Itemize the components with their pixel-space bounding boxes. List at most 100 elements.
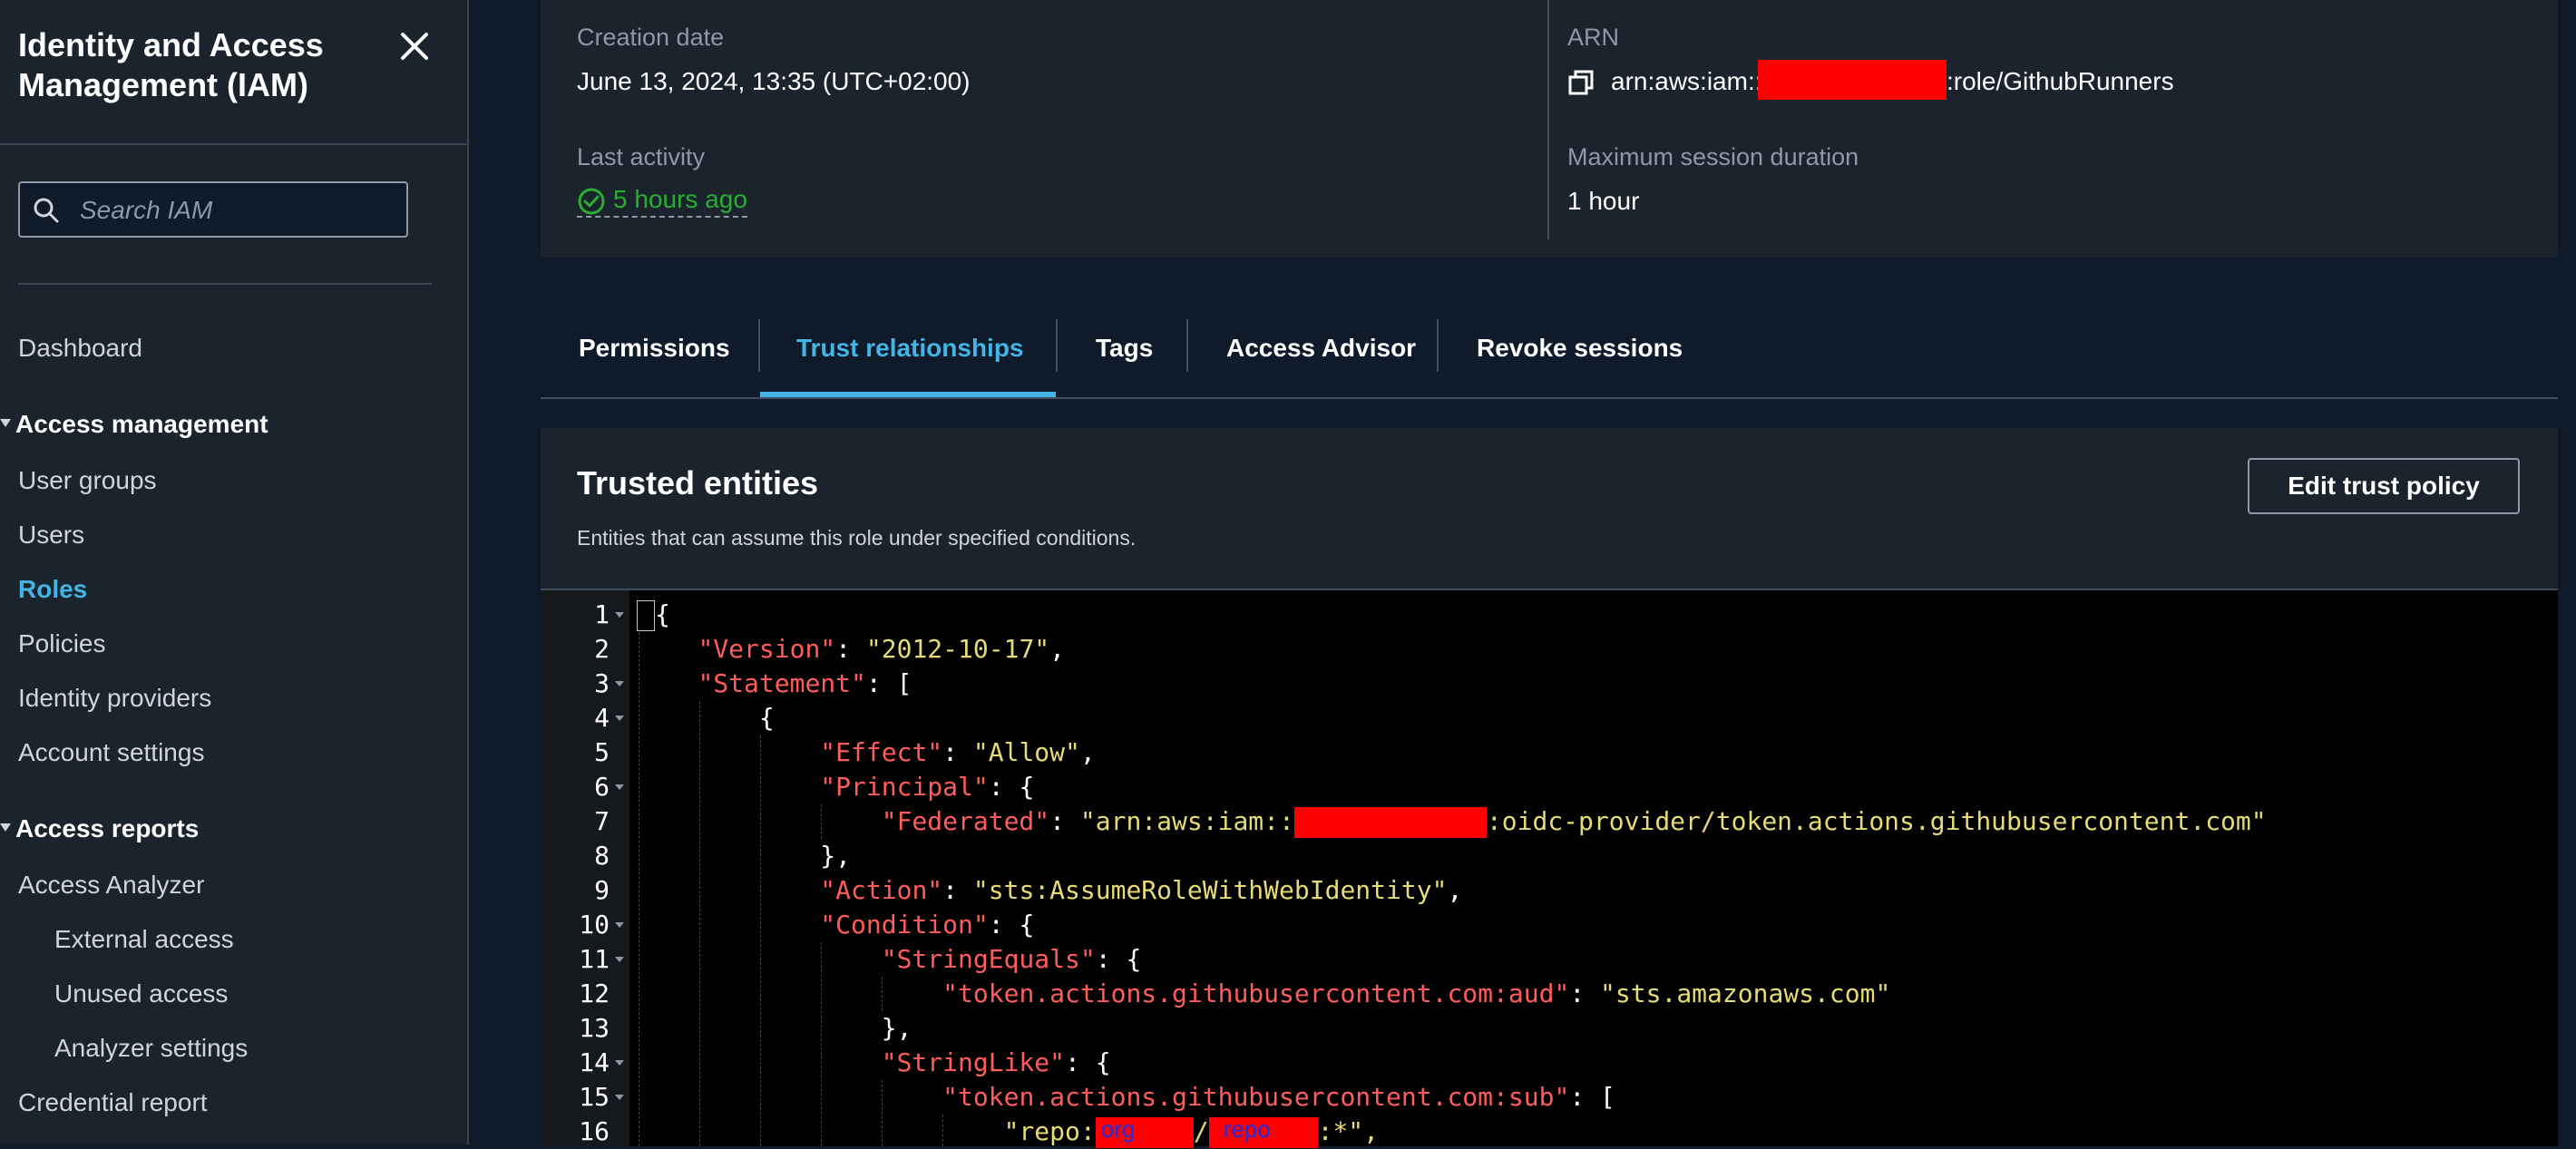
json-string: :oidc-provider/token.actions.githubuserc… xyxy=(1486,806,2267,836)
tab-divider xyxy=(1186,319,1188,372)
sidebar: Identity and Access Management (IAM) Das… xyxy=(0,0,469,1144)
tab-bar: Permissions Trust relationships Tags Acc… xyxy=(541,307,2558,399)
line-number: 11 xyxy=(579,944,610,974)
trust-policy-editor[interactable]: 1 2 3 4 5 6 7 8 9 10 11 12 13 14 15 16 {… xyxy=(541,589,2558,1149)
sidebar-item-dashboard[interactable]: Dashboard xyxy=(18,334,142,363)
fold-caret-icon[interactable] xyxy=(615,922,624,928)
fold-caret-icon[interactable] xyxy=(615,784,624,790)
main-content: Creation date June 13, 2024, 13:35 (UTC+… xyxy=(541,0,2558,1149)
max-session-value: 1 hour xyxy=(1567,187,1640,215)
code-line: "StringEquals": { xyxy=(881,944,1142,974)
fold-caret-icon[interactable] xyxy=(615,716,624,721)
code-line: "Statement": [ xyxy=(698,668,912,698)
redaction-mark: repo xyxy=(1208,1115,1318,1148)
line-number: 2 xyxy=(594,634,610,664)
sidebar-item-analyzer-settings[interactable]: Analyzer settings xyxy=(54,1034,248,1063)
last-activity-value[interactable]: 5 hours ago xyxy=(577,185,747,218)
section-label: Access reports xyxy=(15,814,200,842)
fold-caret-icon[interactable] xyxy=(615,957,624,962)
json-key: "StringEquals" xyxy=(881,944,1096,974)
json-key: "token.actions.githubusercontent.com:sub… xyxy=(942,1082,1570,1112)
json-string: "Allow" xyxy=(972,737,1080,767)
fold-caret-icon[interactable] xyxy=(615,1060,624,1066)
code-line: "Version": "2012-10-17", xyxy=(698,634,1066,664)
search-box[interactable] xyxy=(18,181,408,238)
column-divider xyxy=(1547,0,1549,239)
redaction-label: org xyxy=(1100,1115,1136,1143)
sidebar-item-access-analyzer[interactable]: Access Analyzer xyxy=(18,871,204,900)
json-string: "arn:aws:iam:: xyxy=(1079,806,1294,836)
last-activity-text: 5 hours ago xyxy=(613,185,747,213)
json-key: "Principal" xyxy=(820,772,989,802)
close-icon[interactable] xyxy=(395,27,434,65)
json-key: "Action" xyxy=(820,875,943,905)
json-key: "Statement" xyxy=(698,668,866,698)
check-circle-icon xyxy=(578,188,605,215)
redaction-mark: org xyxy=(1095,1115,1194,1148)
edit-trust-policy-button[interactable]: Edit trust policy xyxy=(2248,458,2520,514)
line-number: 6 xyxy=(594,772,610,802)
sidebar-section-access-reports[interactable]: Access reports xyxy=(0,814,200,843)
sidebar-item-unused-access[interactable]: Unused access xyxy=(54,979,228,1008)
code-line: }, xyxy=(881,1013,912,1043)
caret-down-icon xyxy=(0,823,11,832)
code-line: "Principal": { xyxy=(820,772,1035,802)
line-number: 10 xyxy=(579,910,610,940)
search-input[interactable] xyxy=(78,190,399,230)
json-string: "sts:AssumeRoleWithWebIdentity" xyxy=(972,875,1448,905)
copy-icon[interactable] xyxy=(1567,69,1595,96)
line-number: 9 xyxy=(594,875,610,905)
line-number-gutter: 1 2 3 4 5 6 7 8 9 10 11 12 13 14 15 16 xyxy=(541,590,629,1146)
json-string: "2012-10-17" xyxy=(865,634,1050,664)
code-line: "Federated": "arn:aws:iam:::oidc-provide… xyxy=(881,806,2267,838)
redaction-mark xyxy=(1293,807,1487,838)
caret-down-icon xyxy=(0,419,11,427)
tab-revoke-sessions[interactable]: Revoke sessions xyxy=(1477,334,1683,363)
tab-divider xyxy=(758,319,760,372)
arn-prefix: arn:aws:iam:: xyxy=(1611,67,1762,95)
code-line: "Condition": { xyxy=(820,910,1035,940)
max-session-label: Maximum session duration xyxy=(1567,143,1859,170)
sidebar-item-identity-providers[interactable]: Identity providers xyxy=(18,684,211,713)
tab-divider xyxy=(1056,319,1058,372)
json-string: "sts.amazonaws.com" xyxy=(1600,979,1891,1008)
sidebar-item-users[interactable]: Users xyxy=(18,521,84,550)
tab-permissions[interactable]: Permissions xyxy=(579,334,730,363)
sidebar-item-policies[interactable]: Policies xyxy=(18,629,105,658)
fold-caret-icon[interactable] xyxy=(615,681,624,686)
tab-tags[interactable]: Tags xyxy=(1096,334,1153,363)
code-line: { xyxy=(758,703,775,733)
line-number: 12 xyxy=(579,979,610,1008)
tab-trust-relationships[interactable]: Trust relationships xyxy=(796,334,1024,363)
line-number: 7 xyxy=(594,806,610,836)
fold-caret-icon[interactable] xyxy=(615,612,624,618)
fold-caret-icon[interactable] xyxy=(615,1095,624,1100)
sidebar-item-user-groups[interactable]: User groups xyxy=(18,466,157,495)
json-string: / xyxy=(1193,1116,1209,1146)
json-key: "Federated" xyxy=(881,806,1050,836)
code-line: { xyxy=(637,598,670,632)
arn-label: ARN xyxy=(1567,24,1620,51)
sidebar-divider xyxy=(0,143,467,145)
sidebar-item-account-settings[interactable]: Account settings xyxy=(18,738,204,767)
sidebar-item-roles[interactable]: Roles xyxy=(18,575,87,604)
line-number: 5 xyxy=(594,737,610,767)
json-string: :*", xyxy=(1317,1116,1380,1146)
last-activity-label: Last activity xyxy=(577,143,706,170)
role-summary-card: Creation date June 13, 2024, 13:35 (UTC+… xyxy=(541,0,2558,258)
tab-access-advisor[interactable]: Access Advisor xyxy=(1226,334,1416,363)
json-key: "token.actions.githubusercontent.com:aud… xyxy=(942,979,1570,1008)
sidebar-section-access-management[interactable]: Access management xyxy=(0,410,268,439)
redaction-label: repo xyxy=(1223,1115,1271,1143)
sidebar-item-credential-report[interactable]: Credential report xyxy=(18,1088,208,1117)
code-line: "Action": "sts:AssumeRoleWithWebIdentity… xyxy=(820,875,1463,905)
code-line: "repo: org / repo :*", xyxy=(637,1115,1379,1149)
json-string: "repo: xyxy=(1003,1116,1096,1146)
code-line: "token.actions.githubusercontent.com:sub… xyxy=(942,1082,1615,1112)
trusted-entities-title: Trusted entities xyxy=(577,464,819,501)
search-icon xyxy=(34,198,59,223)
sidebar-item-external-access[interactable]: External access xyxy=(54,925,234,954)
creation-date-label: Creation date xyxy=(577,24,725,51)
code-line: "Effect": "Allow", xyxy=(820,737,1096,767)
code-line: "StringLike": { xyxy=(881,1047,1111,1077)
